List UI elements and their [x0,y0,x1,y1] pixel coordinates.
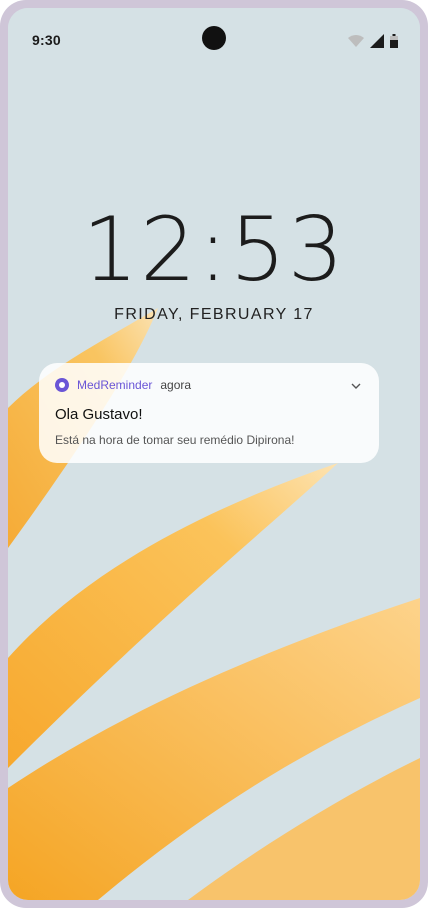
notification-app-name: MedReminder [77,378,153,392]
notification-timestamp: agora [160,378,192,392]
signal-icon [370,34,384,48]
app-icon [55,378,69,392]
battery-icon [390,34,398,48]
notification-header: MedReminder agora [55,377,191,393]
front-camera [202,26,226,50]
status-bar: 9:30 [8,8,420,68]
notification-card[interactable]: MedReminder agora Ola Gustavo! Está na h… [39,363,379,463]
lock-date: FRIDAY, FEBRUARY 17 [114,306,314,323]
lock-clock: 12:53 [82,198,346,301]
lock-screen: 9:30 12:53 FRIDAY, FEBRUARY 17 MedRemind… [8,8,420,900]
wifi-icon [348,35,364,47]
notification-message: Está na hora de tomar seu remédio Dipiro… [55,433,295,447]
notification-title: Ola Gustavo! [55,406,143,423]
device-frame: 9:30 12:53 FRIDAY, FEBRUARY 17 MedRemind… [0,0,428,908]
status-time: 9:30 [32,32,61,48]
status-icons [348,34,398,48]
chevron-down-icon[interactable] [349,379,363,393]
